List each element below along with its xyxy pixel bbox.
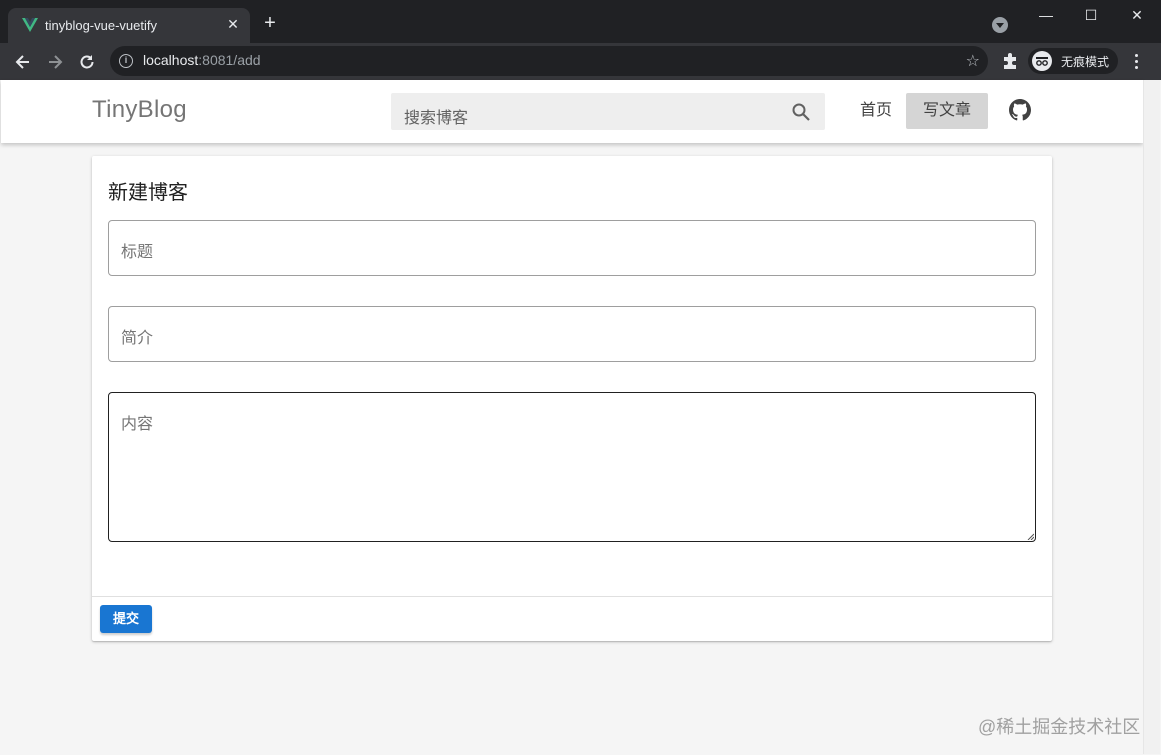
- forward-icon[interactable]: [45, 52, 65, 72]
- minimize-icon[interactable]: —: [1034, 5, 1058, 25]
- browser-tab[interactable]: tinyblog-vue-vuetify ✕: [8, 8, 250, 43]
- close-window-icon[interactable]: ✕: [1125, 5, 1149, 25]
- app-header: TinyBlog 搜索博客 首页 写文章: [1, 80, 1143, 143]
- github-icon[interactable]: [1009, 99, 1031, 121]
- tab-close-icon[interactable]: ✕: [224, 15, 242, 33]
- info-icon[interactable]: i: [119, 54, 133, 68]
- incognito-label: 无痕模式: [1061, 55, 1110, 69]
- tab-title: tinyblog-vue-vuetify: [45, 18, 157, 33]
- content-textarea[interactable]: 内容: [108, 392, 1036, 542]
- incognito-badge[interactable]: 无痕模式: [1028, 48, 1118, 74]
- tab-search-icon[interactable]: [992, 17, 1008, 33]
- resize-handle-icon[interactable]: [1026, 532, 1034, 540]
- page-title: 新建博客: [108, 182, 188, 204]
- content-field-label: 内容: [121, 416, 154, 433]
- url-text: localhost:8081/add: [143, 52, 261, 68]
- address-bar[interactable]: i localhost:8081/add ☆: [110, 46, 988, 76]
- browser-tab-bar: tinyblog-vue-vuetify ✕ + — ☐ ✕: [0, 0, 1161, 43]
- brand-logo[interactable]: TinyBlog: [92, 96, 187, 124]
- submit-button[interactable]: 提交: [100, 605, 152, 633]
- back-icon[interactable]: [13, 52, 33, 72]
- maximize-icon[interactable]: ☐: [1079, 5, 1103, 25]
- new-post-card: 新建博客 标题 简介 内容 提交: [92, 156, 1052, 641]
- search-placeholder: 搜索博客: [404, 110, 469, 127]
- new-tab-icon[interactable]: +: [260, 13, 280, 34]
- reload-icon[interactable]: [77, 52, 97, 72]
- vue-logo-icon: [22, 18, 38, 32]
- page-scrollbar[interactable]: [1143, 80, 1160, 754]
- intro-field[interactable]: 简介: [108, 306, 1036, 362]
- menu-icon[interactable]: [1133, 54, 1139, 70]
- intro-field-label: 简介: [121, 330, 154, 347]
- watermark: @稀土掘金技术社区: [978, 717, 1141, 737]
- search-input[interactable]: 搜索博客: [391, 93, 825, 130]
- nav-home-button[interactable]: 首页: [851, 93, 901, 129]
- star-icon[interactable]: ☆: [966, 51, 980, 71]
- incognito-icon: [1032, 51, 1052, 71]
- card-divider: [92, 596, 1052, 597]
- nav-write-button[interactable]: 写文章: [906, 93, 988, 129]
- browser-toolbar: i localhost:8081/add ☆ 无痕模式: [0, 43, 1161, 80]
- title-field-label: 标题: [121, 244, 154, 261]
- search-icon[interactable]: [791, 102, 811, 122]
- extensions-icon[interactable]: [1001, 52, 1019, 70]
- title-field[interactable]: 标题: [108, 220, 1036, 276]
